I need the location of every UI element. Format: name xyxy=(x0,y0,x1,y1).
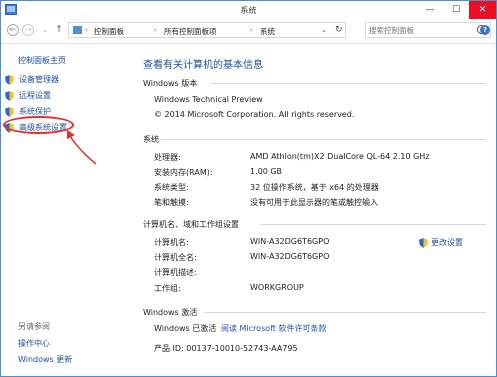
title-bar: 系统 — ☐ ✕ xyxy=(1,1,496,19)
full-name-value: WIN-A32DG6T6GPO xyxy=(250,252,330,261)
change-settings-label: 更改设置 xyxy=(431,238,463,247)
close-button[interactable]: ✕ xyxy=(469,1,496,19)
back-arrow-icon[interactable]: ← xyxy=(7,24,19,36)
computer-name-value: WIN-A32DG6T6GPO xyxy=(250,237,330,246)
breadcrumb-separator: › xyxy=(250,26,253,34)
minimize-button[interactable]: — xyxy=(417,1,443,19)
breadcrumb-separator: › xyxy=(154,26,157,34)
windows-update-link[interactable]: Windows 更新 xyxy=(18,354,72,365)
breadcrumb-all-items[interactable]: 所有控制面板项 xyxy=(164,26,217,37)
maximize-button[interactable]: ☐ xyxy=(443,1,469,19)
description-label: 计算机描述: xyxy=(154,268,197,277)
full-name-label: 计算机全名: xyxy=(154,253,197,262)
annotation-arrow xyxy=(67,130,97,165)
copyright-text: © 2014 Microsoft Corporation. All rights… xyxy=(154,110,355,119)
computer-section-title: 计算机名、域和工作组设置 xyxy=(143,220,239,229)
breadcrumb-separator: › xyxy=(85,26,88,34)
activation-status: Windows 已激活 xyxy=(154,324,217,333)
computer-name-label: 计算机名: xyxy=(154,238,189,247)
sidebar: 控制面板主页 设备管理器 远程设置 系统保护 高级系统设置 另请参阅 操作中心 … xyxy=(1,44,131,376)
main-content: 查看有关计算机的基本信息 Windows 版本 Windows Technica… xyxy=(131,44,496,376)
license-terms-link[interactable]: 阅读 Microsoft 软件许可条款 xyxy=(221,323,327,334)
workgroup-label: 工作组: xyxy=(154,284,181,293)
shield-icon xyxy=(419,238,428,248)
divider xyxy=(161,139,486,140)
breadcrumb-system[interactable]: 系统 xyxy=(260,26,275,37)
search-input[interactable] xyxy=(369,24,473,36)
workgroup-value: WORKGROUP xyxy=(250,283,304,292)
refresh-icon[interactable]: ↻ xyxy=(335,25,343,35)
recent-locations-chevron-icon[interactable]: ⌄ xyxy=(39,24,51,36)
divider xyxy=(205,312,486,313)
ram-label: 安装内存(RAM): xyxy=(154,168,213,177)
breadcrumb-control-panel[interactable]: 控制面板 xyxy=(94,26,124,37)
forward-arrow-icon[interactable]: → xyxy=(22,24,34,36)
help-icon[interactable]: ? xyxy=(480,25,490,35)
system-type-label: 系统类型: xyxy=(154,183,189,192)
divider xyxy=(211,83,486,84)
navigation-bar: ← → ⌄ ↑ › 控制面板 › 所有控制面板项 › 系统 ⌄ ↻ xyxy=(1,19,496,44)
pen-touch-label: 笔和触摸: xyxy=(154,198,189,207)
see-also-heading: 另请参阅 xyxy=(18,322,50,331)
processor-value: AMD Athlon(tm)X2 DualCore QL-64 2.10 GHz xyxy=(250,152,430,161)
address-bar[interactable]: › 控制面板 › 所有控制面板项 › 系统 ⌄ ↻ xyxy=(68,22,346,38)
divider xyxy=(261,224,486,225)
ram-value: 1.00 GB xyxy=(250,167,283,176)
edition-name: Windows Technical Preview xyxy=(154,95,263,104)
system-type-value: 32 位操作系统，基于 x64 的处理器 xyxy=(250,183,379,192)
up-arrow-icon[interactable]: ↑ xyxy=(53,24,65,36)
activation-section-title: Windows 激活 xyxy=(143,308,198,317)
action-center-link[interactable]: 操作中心 xyxy=(18,338,50,349)
page-title: 查看有关计算机的基本信息 xyxy=(143,60,263,71)
address-dropdown-icon[interactable]: ⌄ xyxy=(321,26,327,34)
product-id: 产品 ID: 00137-10010-52743-AA795 xyxy=(154,344,298,353)
search-box[interactable] xyxy=(365,22,491,38)
processor-label: 处理器: xyxy=(154,153,181,162)
system-section-title: 系统 xyxy=(143,135,159,144)
pen-touch-value: 没有可用于此显示器的笔或触控输入 xyxy=(250,198,378,207)
control-panel-icon xyxy=(73,26,82,34)
edition-section-title: Windows 版本 xyxy=(143,79,198,88)
system-window: 系统 — ☐ ✕ ← → ⌄ ↑ › 控制面板 › 所有控制面板项 › 系统 ⌄… xyxy=(0,0,497,377)
